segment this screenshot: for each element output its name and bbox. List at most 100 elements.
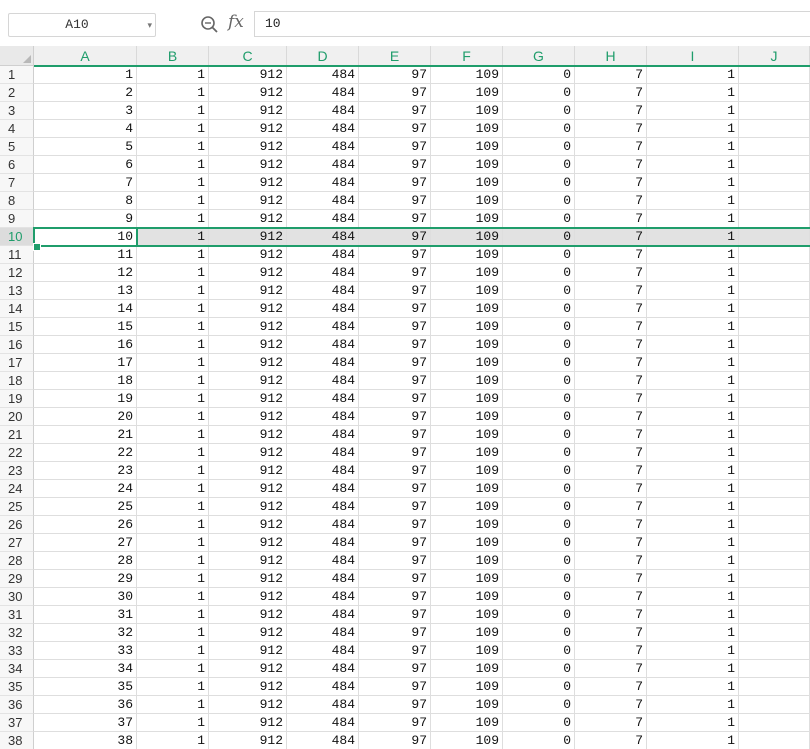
cell-e2[interactable]: 97 — [359, 84, 431, 102]
cell-d3[interactable]: 484 — [287, 102, 359, 120]
cell-i38[interactable]: 1 — [647, 732, 739, 749]
cell-c23[interactable]: 912 — [209, 462, 287, 480]
cell-b35[interactable]: 1 — [137, 678, 209, 696]
fill-handle[interactable] — [33, 243, 41, 251]
cell-a12[interactable]: 12 — [34, 264, 137, 282]
cell-i4[interactable]: 1 — [647, 120, 739, 138]
cell-c20[interactable]: 912 — [209, 408, 287, 426]
cell-b37[interactable]: 1 — [137, 714, 209, 732]
cell-e9[interactable]: 97 — [359, 210, 431, 228]
cell-a16[interactable]: 16 — [34, 336, 137, 354]
row-header-26[interactable]: 26 — [0, 516, 34, 534]
cell-j11[interactable] — [739, 246, 810, 264]
cell-i7[interactable]: 1 — [647, 174, 739, 192]
cell-i3[interactable]: 1 — [647, 102, 739, 120]
row-header-34[interactable]: 34 — [0, 660, 34, 678]
cell-b10[interactable]: 1 — [137, 228, 209, 246]
cell-c8[interactable]: 912 — [209, 192, 287, 210]
cell-j32[interactable] — [739, 624, 810, 642]
cell-b36[interactable]: 1 — [137, 696, 209, 714]
cell-b30[interactable]: 1 — [137, 588, 209, 606]
cell-d33[interactable]: 484 — [287, 642, 359, 660]
cell-d11[interactable]: 484 — [287, 246, 359, 264]
cell-i34[interactable]: 1 — [647, 660, 739, 678]
row-header-12[interactable]: 12 — [0, 264, 34, 282]
cell-j14[interactable] — [739, 300, 810, 318]
cell-f18[interactable]: 109 — [431, 372, 503, 390]
cell-b27[interactable]: 1 — [137, 534, 209, 552]
cell-g3[interactable]: 0 — [503, 102, 575, 120]
cell-a27[interactable]: 27 — [34, 534, 137, 552]
cell-f4[interactable]: 109 — [431, 120, 503, 138]
cell-h7[interactable]: 7 — [575, 174, 647, 192]
cell-h10[interactable]: 7 — [575, 228, 647, 246]
cell-d28[interactable]: 484 — [287, 552, 359, 570]
cell-b21[interactable]: 1 — [137, 426, 209, 444]
cell-g36[interactable]: 0 — [503, 696, 575, 714]
cell-g1[interactable]: 0 — [503, 66, 575, 84]
cell-c36[interactable]: 912 — [209, 696, 287, 714]
cell-f33[interactable]: 109 — [431, 642, 503, 660]
cell-e1[interactable]: 97 — [359, 66, 431, 84]
cell-h25[interactable]: 7 — [575, 498, 647, 516]
cell-c4[interactable]: 912 — [209, 120, 287, 138]
cell-d24[interactable]: 484 — [287, 480, 359, 498]
cell-j18[interactable] — [739, 372, 810, 390]
cell-j6[interactable] — [739, 156, 810, 174]
cell-b12[interactable]: 1 — [137, 264, 209, 282]
row-header-11[interactable]: 11 — [0, 246, 34, 264]
row-header-9[interactable]: 9 — [0, 210, 34, 228]
cell-g20[interactable]: 0 — [503, 408, 575, 426]
row-header-2[interactable]: 2 — [0, 84, 34, 102]
formula-value[interactable]: 10 — [265, 12, 281, 36]
cell-d31[interactable]: 484 — [287, 606, 359, 624]
cell-g24[interactable]: 0 — [503, 480, 575, 498]
row-header-19[interactable]: 19 — [0, 390, 34, 408]
cell-h1[interactable]: 7 — [575, 66, 647, 84]
cell-e36[interactable]: 97 — [359, 696, 431, 714]
cell-f12[interactable]: 109 — [431, 264, 503, 282]
cell-h32[interactable]: 7 — [575, 624, 647, 642]
column-header-j[interactable]: J — [739, 46, 810, 66]
cell-e5[interactable]: 97 — [359, 138, 431, 156]
cell-g6[interactable]: 0 — [503, 156, 575, 174]
cell-h26[interactable]: 7 — [575, 516, 647, 534]
cell-c33[interactable]: 912 — [209, 642, 287, 660]
cell-d23[interactable]: 484 — [287, 462, 359, 480]
cell-e29[interactable]: 97 — [359, 570, 431, 588]
cell-j21[interactable] — [739, 426, 810, 444]
row-header-35[interactable]: 35 — [0, 678, 34, 696]
cell-f8[interactable]: 109 — [431, 192, 503, 210]
row-header-38[interactable]: 38 — [0, 732, 34, 749]
cell-c9[interactable]: 912 — [209, 210, 287, 228]
cell-b24[interactable]: 1 — [137, 480, 209, 498]
cell-c14[interactable]: 912 — [209, 300, 287, 318]
cell-e32[interactable]: 97 — [359, 624, 431, 642]
cell-e28[interactable]: 97 — [359, 552, 431, 570]
cell-a24[interactable]: 24 — [34, 480, 137, 498]
cell-j24[interactable] — [739, 480, 810, 498]
cell-b18[interactable]: 1 — [137, 372, 209, 390]
cell-g5[interactable]: 0 — [503, 138, 575, 156]
cell-j36[interactable] — [739, 696, 810, 714]
cell-a4[interactable]: 4 — [34, 120, 137, 138]
row-header-36[interactable]: 36 — [0, 696, 34, 714]
cell-j25[interactable] — [739, 498, 810, 516]
cell-f2[interactable]: 109 — [431, 84, 503, 102]
column-header-e[interactable]: E — [359, 46, 431, 66]
cell-c31[interactable]: 912 — [209, 606, 287, 624]
cell-g11[interactable]: 0 — [503, 246, 575, 264]
cell-b3[interactable]: 1 — [137, 102, 209, 120]
cell-e13[interactable]: 97 — [359, 282, 431, 300]
cell-a5[interactable]: 5 — [34, 138, 137, 156]
cell-b17[interactable]: 1 — [137, 354, 209, 372]
column-header-a[interactable]: A — [34, 46, 137, 66]
column-header-c[interactable]: C — [209, 46, 287, 66]
cell-i32[interactable]: 1 — [647, 624, 739, 642]
cell-c22[interactable]: 912 — [209, 444, 287, 462]
cell-j8[interactable] — [739, 192, 810, 210]
row-header-25[interactable]: 25 — [0, 498, 34, 516]
cell-b13[interactable]: 1 — [137, 282, 209, 300]
cell-e11[interactable]: 97 — [359, 246, 431, 264]
cell-c29[interactable]: 912 — [209, 570, 287, 588]
